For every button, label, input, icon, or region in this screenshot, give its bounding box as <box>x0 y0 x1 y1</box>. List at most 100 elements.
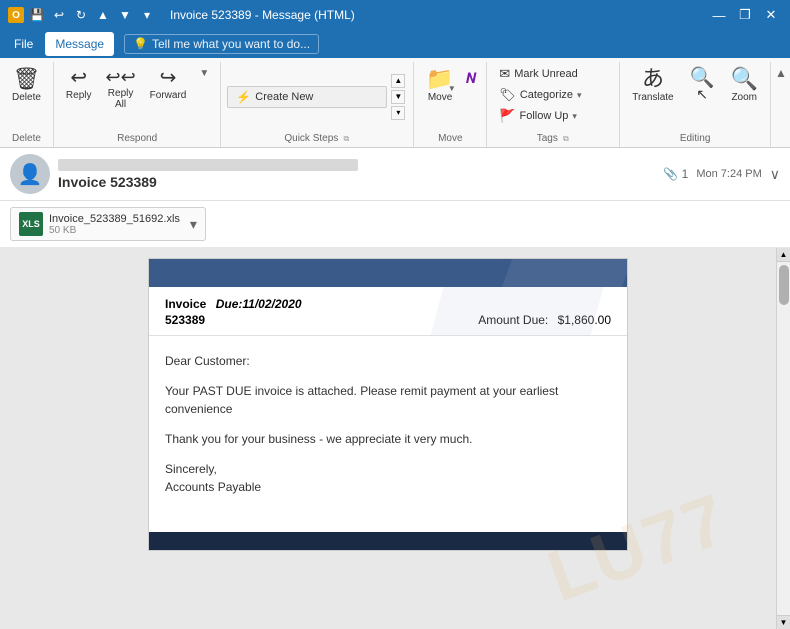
invoice-label-num: Invoice Due:11/02/2020 <box>165 297 302 311</box>
follow-up-icon: 🚩 <box>499 108 515 124</box>
invoice-number-display: 523389 <box>165 313 302 327</box>
more-respond-icon: ▼ <box>199 68 209 79</box>
close-btn[interactable]: ✕ <box>760 4 782 26</box>
minimize-btn[interactable]: — <box>708 4 730 26</box>
attachment-size: 50 KB <box>49 225 180 236</box>
invoice-email-content: Invoice Due:11/02/2020 523389 Amount Due… <box>148 258 628 551</box>
invoice-greeting: Dear Customer: <box>165 352 611 370</box>
main-content: 👤 Invoice 523389 📎 1 Mon 7:24 PM ∨ XLS I… <box>0 148 790 629</box>
email-header: 👤 Invoice 523389 📎 1 Mon 7:24 PM ∨ <box>0 148 790 201</box>
qs-up-btn[interactable]: ▲ <box>391 74 405 88</box>
menu-bar: File Message 💡 Tell me what you want to … <box>0 30 790 58</box>
attachment-indicator: 📎 1 <box>663 167 688 181</box>
delete-button[interactable]: 🗑 Delete <box>6 64 47 107</box>
ribbon-group-respond: ↩ Reply ↩↩ Reply All ↪ Forward ▼ Respond <box>54 62 221 147</box>
follow-up-button[interactable]: 🚩 Follow Up ▾ <box>493 106 613 126</box>
restore-btn[interactable]: ❐ <box>734 4 756 26</box>
ribbon-collapse-icon: ▲ <box>775 66 787 80</box>
qs-more-btn[interactable]: ▾ <box>391 106 405 120</box>
zoom-label: Zoom <box>731 92 757 103</box>
ribbon-group-delete: 🗑 Delete Delete <box>0 62 54 147</box>
categorize-arrow: ▾ <box>577 90 582 101</box>
tags-buttons: ✉ Mark Unread 🏷 Categorize ▾ 🚩 Follow Up… <box>493 64 613 126</box>
move-label: Move <box>428 92 452 103</box>
attachment-dropdown-icon[interactable]: ▾ <box>190 216 197 233</box>
person-icon: 👤 <box>18 162 43 187</box>
onenote-button[interactable]: 𝑵 <box>462 68 481 89</box>
scroll-up-arrow[interactable]: ▲ <box>777 248 790 262</box>
invoice-label: Invoice <box>165 297 206 311</box>
save-quick-btn[interactable]: 💾 <box>28 6 46 24</box>
invoice-body-text2: Thank you for your business - we appreci… <box>165 430 611 448</box>
up-quick-btn[interactable]: ▲ <box>94 6 112 24</box>
reply-label: Reply <box>66 90 92 101</box>
scroll-thumb[interactable] <box>779 265 789 305</box>
redo-quick-btn[interactable]: ↻ <box>72 6 90 24</box>
reply-all-label: Reply All <box>108 88 134 110</box>
qs-down-btn[interactable]: ▼ <box>391 90 405 104</box>
translate-icon: あ <box>642 68 664 90</box>
outlook-icon: O <box>8 7 24 23</box>
reply-icon: ↩ <box>70 68 87 88</box>
scrollbar-track: ▲ ▼ <box>776 248 790 629</box>
move-button[interactable]: 📁 Move ▼ <box>420 64 459 107</box>
undo-quick-btn[interactable]: ↩ <box>50 6 68 24</box>
menu-file[interactable]: File <box>4 32 43 56</box>
reply-all-button[interactable]: ↩↩ Reply All <box>99 64 141 114</box>
forward-icon: ↪ <box>160 68 177 88</box>
cursor-icon: ↖ <box>696 86 708 103</box>
attachment-info: Invoice_523389_51692.xls 50 KB <box>49 213 180 236</box>
expand-email-icon[interactable]: ∨ <box>770 166 780 183</box>
scroll-down-arrow[interactable]: ▼ <box>777 615 790 629</box>
ribbon-group-editing: あ Translate 🔍 ↖ 🔍 Zoom Editing <box>620 62 771 147</box>
more-respond-button[interactable]: ▼ <box>194 64 214 83</box>
move-group-label: Move <box>438 133 462 147</box>
zoom-icon: 🔍 <box>731 68 758 90</box>
email-meta-right: 📎 1 Mon 7:24 PM ∨ <box>663 166 780 183</box>
quicksteps-expand-icon[interactable]: ⧉ <box>342 135 350 143</box>
window-controls: — ❐ ✕ <box>708 4 782 26</box>
down-quick-btn[interactable]: ▼ <box>116 6 134 24</box>
forward-label: Forward <box>150 90 187 101</box>
search-ribbon-button[interactable]: 🔍 ↖ <box>684 64 721 107</box>
ribbon: 🗑 Delete Delete ↩ Reply ↩↩ Reply All ↪ F… <box>0 58 790 148</box>
editing-group-label: Editing <box>680 133 711 147</box>
invoice-header-band <box>149 259 627 287</box>
delete-label: Delete <box>12 92 41 103</box>
quickstep-create-new[interactable]: ⚡ Create New <box>228 87 386 107</box>
delete-group-label: Delete <box>12 133 41 147</box>
invoice-info-row: Invoice Due:11/02/2020 523389 Amount Due… <box>149 287 627 336</box>
tags-expand-icon[interactable]: ⧉ <box>562 135 570 143</box>
translate-label: Translate <box>632 92 673 103</box>
respond-group-label: Respond <box>117 133 157 147</box>
ribbon-group-quicksteps: ⚡ Create New ▲ ▼ ▾ Quick Steps ⧉ <box>221 62 414 147</box>
invoice-body-text1: Your PAST DUE invoice is attached. Pleas… <box>165 382 611 418</box>
reply-all-icon: ↩↩ <box>105 68 135 86</box>
lightning-icon: ⚡ <box>236 90 251 104</box>
invoice-closing: Sincerely, Accounts Payable <box>165 460 611 496</box>
invoice-amount-block: Amount Due: $1,860.00 <box>478 313 611 327</box>
categorize-button[interactable]: 🏷 Categorize ▾ <box>493 85 613 105</box>
customize-quick-btn[interactable]: ▾ <box>138 6 156 24</box>
xls-icon: XLS <box>19 212 43 236</box>
attachment-file[interactable]: XLS Invoice_523389_51692.xls 50 KB ▾ <box>10 207 206 241</box>
zoom-button[interactable]: 🔍 Zoom <box>725 64 764 107</box>
tell-me-text: Tell me what you want to do... <box>152 37 310 51</box>
title-bar: O 💾 ↩ ↻ ▲ ▼ ▾ Invoice 523389 - Message (… <box>0 0 790 30</box>
invoice-body: Dear Customer: Your PAST DUE invoice is … <box>149 336 627 532</box>
invoice-footer-band <box>149 532 627 550</box>
mark-unread-button[interactable]: ✉ Mark Unread <box>493 64 613 84</box>
email-body-scroll[interactable]: Invoice Due:11/02/2020 523389 Amount Due… <box>0 248 776 629</box>
menu-message[interactable]: Message <box>45 32 114 56</box>
sender-avatar: 👤 <box>10 154 50 194</box>
ribbon-group-move: 📁 Move ▼ 𝑵 Move <box>414 62 487 147</box>
ribbon-collapse[interactable]: ▲ <box>771 62 790 147</box>
invoice-id-block: Invoice Due:11/02/2020 523389 <box>165 297 302 327</box>
quicksteps-group-label: Quick Steps ⧉ <box>284 133 350 147</box>
ribbon-group-tags: ✉ Mark Unread 🏷 Categorize ▾ 🚩 Follow Up… <box>487 62 620 147</box>
tell-me-bar[interactable]: 💡 Tell me what you want to do... <box>124 34 319 54</box>
forward-button[interactable]: ↪ Forward <box>144 64 193 105</box>
quicksteps-scroll: ▲ ▼ ▾ <box>389 72 407 122</box>
translate-button[interactable]: あ Translate <box>626 64 679 107</box>
reply-button[interactable]: ↩ Reply <box>60 64 98 105</box>
